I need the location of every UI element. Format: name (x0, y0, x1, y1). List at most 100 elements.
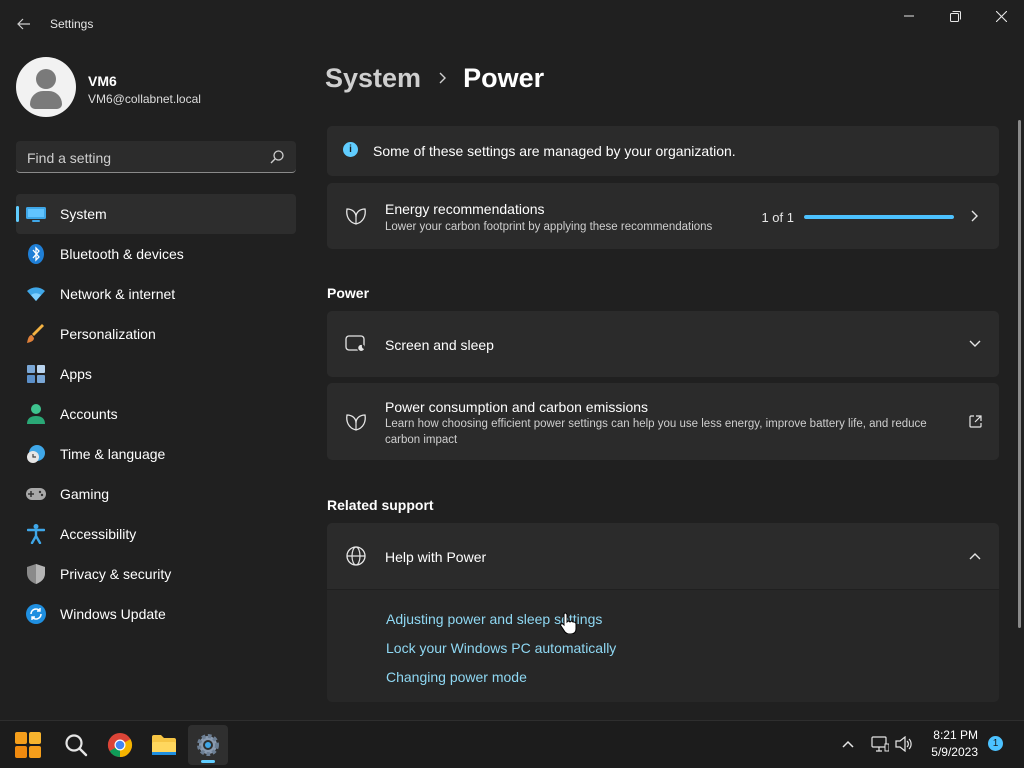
help-with-power-card[interactable]: Help with Power (327, 523, 999, 589)
back-arrow-icon (17, 18, 30, 30)
page-title: Power (463, 62, 545, 93)
sidebar-item-label: Gaming (60, 486, 110, 502)
taskbar (0, 720, 1024, 768)
sidebar-item-label: Time & language (60, 446, 166, 462)
avatar (16, 57, 76, 117)
screen-sleep-icon (345, 333, 367, 355)
search-placeholder: Find a setting (27, 150, 112, 166)
close-button[interactable] (978, 0, 1024, 32)
start-button[interactable] (8, 725, 48, 765)
power-consumption-card[interactable]: Power consumption and carbon emissions L… (327, 383, 999, 460)
volume-button[interactable] (893, 733, 915, 755)
volume-icon (895, 736, 912, 752)
profile-email: VM6@collabnet.local (88, 92, 201, 106)
chevron-right-icon (967, 208, 983, 224)
energy-progress-fill (804, 215, 954, 219)
energy-recommendations-card[interactable]: Energy recommendations Lower your carbon… (327, 183, 999, 249)
sidebar-item-label: Network & internet (60, 286, 176, 302)
screen-sleep-title: Screen and sleep (385, 337, 494, 353)
help-with-power-title: Help with Power (385, 549, 487, 565)
sidebar-item-label: Apps (60, 366, 92, 382)
screen-and-sleep-card[interactable]: Screen and sleep (327, 311, 999, 377)
maximize-button[interactable] (932, 0, 978, 32)
power-consumption-description: Learn how choosing efficient power setti… (385, 418, 927, 446)
leaf-icon (345, 411, 367, 433)
help-link-power-mode[interactable]: Changing power mode (386, 669, 527, 685)
sidebar-item-label: Windows Update (60, 606, 166, 622)
search-icon (270, 150, 284, 164)
energy-title: Energy recommendations (385, 201, 545, 217)
breadcrumb: System Power (325, 58, 544, 98)
help-link-lock-pc[interactable]: Lock your Windows PC automatically (386, 640, 616, 656)
clock-globe-icon (26, 444, 46, 464)
sidebar-item-label: Privacy & security (60, 566, 172, 582)
help-links-panel: Adjusting power and sleep settings Lock … (327, 590, 999, 702)
accessibility-icon (26, 524, 46, 544)
sidebar-item-label: Personalization (60, 326, 156, 342)
update-icon (26, 604, 46, 624)
taskbar-search-button[interactable] (56, 725, 96, 765)
chevron-down-icon (967, 336, 983, 352)
sidebar-item-bluetooth[interactable]: Bluetooth & devices (16, 234, 296, 274)
wifi-icon (26, 284, 46, 304)
sidebar-item-system[interactable]: System (16, 194, 296, 234)
info-icon: i (343, 142, 358, 157)
energy-description: Lower your carbon footprint by applying … (385, 221, 713, 233)
search-input[interactable]: Find a setting (16, 141, 296, 173)
sidebar-item-apps[interactable]: Apps (16, 354, 296, 394)
user-profile[interactable]: VM6 VM6@collabnet.local (16, 57, 296, 117)
section-title-related-support: Related support (327, 497, 434, 513)
taskbar-settings[interactable] (188, 725, 228, 765)
clock-time[interactable]: 8:21 PM (918, 728, 978, 742)
network-icon (871, 736, 889, 752)
breadcrumb-parent[interactable]: System (325, 63, 421, 94)
energy-progress-count: 1 of 1 (761, 210, 794, 225)
notification-badge[interactable]: 1 (988, 736, 1003, 751)
sidebar-nav: System Bluetooth & devices Network & int… (16, 194, 296, 634)
chevron-right-icon (421, 72, 463, 84)
sidebar-item-label: Bluetooth & devices (60, 246, 184, 262)
show-hidden-icons-button[interactable] (837, 733, 859, 755)
clock-date[interactable]: 5/9/2023 (918, 745, 978, 759)
settings-icon (197, 734, 219, 756)
sidebar-item-accounts[interactable]: Accounts (16, 394, 296, 434)
energy-progress-bar (804, 215, 954, 219)
back-button[interactable] (10, 10, 38, 38)
chevron-up-icon (967, 548, 983, 564)
taskbar-chrome[interactable] (100, 725, 140, 765)
profile-name: VM6 (88, 73, 117, 89)
gamepad-icon (26, 484, 46, 504)
window-title: Settings (50, 17, 94, 31)
sidebar-item-label: System (60, 206, 107, 222)
power-consumption-title: Power consumption and carbon emissions (385, 399, 649, 415)
active-app-indicator (201, 760, 215, 763)
sidebar-item-personalization[interactable]: Personalization (16, 314, 296, 354)
scrollbar[interactable] (1018, 120, 1021, 628)
shield-icon (26, 564, 46, 584)
search-icon (65, 734, 88, 757)
hand-cursor-icon (560, 612, 577, 634)
start-icon (15, 732, 41, 758)
sidebar-item-label: Accessibility (60, 526, 137, 542)
sidebar-item-privacy[interactable]: Privacy & security (16, 554, 296, 594)
system-icon (26, 204, 46, 224)
chevron-up-icon (842, 740, 854, 748)
sidebar-item-time-language[interactable]: Time & language (16, 434, 296, 474)
sidebar-item-windows-update[interactable]: Windows Update (16, 594, 296, 634)
external-link-icon (967, 413, 983, 429)
sidebar-item-accessibility[interactable]: Accessibility (16, 514, 296, 554)
org-notice-banner: i Some of these settings are managed by … (327, 126, 999, 176)
leaf-icon (345, 205, 367, 227)
accounts-icon (26, 404, 46, 424)
sidebar-item-label: Accounts (60, 406, 118, 422)
org-notice-text: Some of these settings are managed by yo… (373, 143, 736, 159)
minimize-icon (904, 15, 914, 17)
network-status-button[interactable] (869, 733, 891, 755)
minimize-button[interactable] (886, 0, 932, 32)
close-icon (995, 10, 1007, 22)
title-bar: Settings (0, 0, 1024, 48)
taskbar-file-explorer[interactable] (144, 725, 184, 765)
globe-icon (345, 545, 367, 567)
sidebar-item-gaming[interactable]: Gaming (16, 474, 296, 514)
sidebar-item-network[interactable]: Network & internet (16, 274, 296, 314)
